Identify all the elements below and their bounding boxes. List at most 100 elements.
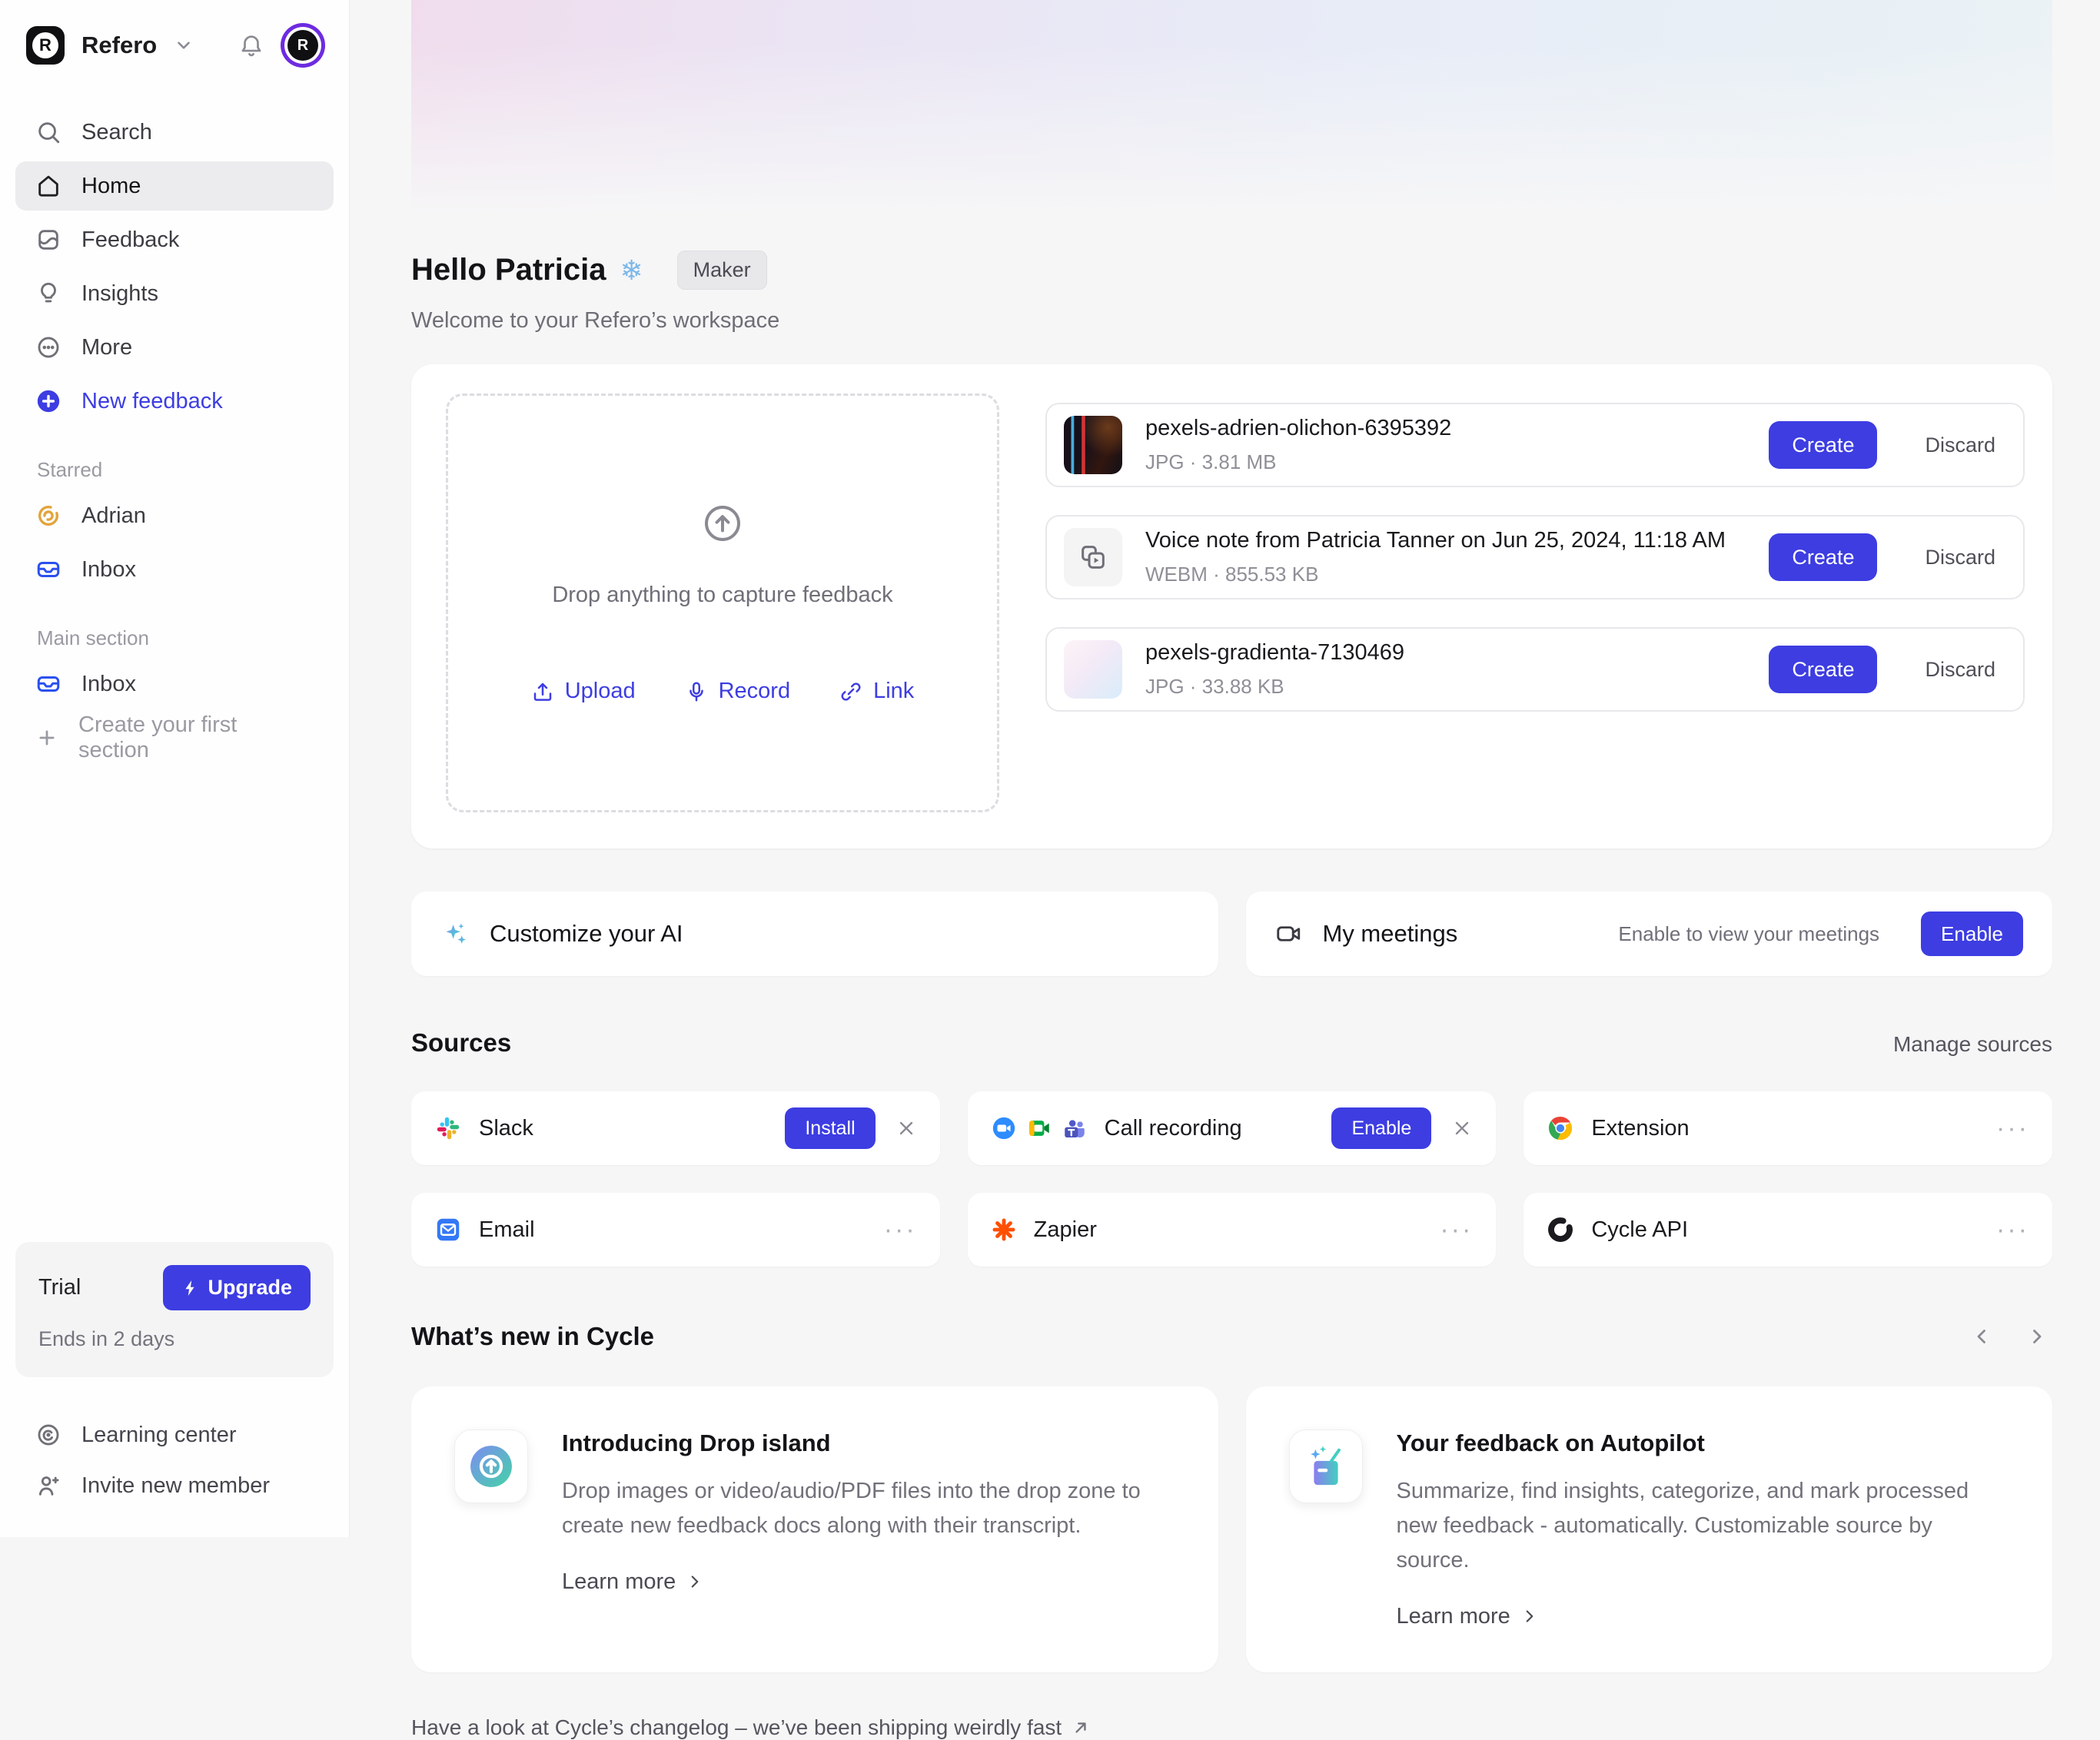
- sparkles-icon: [440, 919, 470, 948]
- workspace-name[interactable]: Refero: [81, 32, 157, 59]
- sidebar-item-label: Invite new member: [81, 1473, 270, 1499]
- sidebar-bottom: Trial Upgrade Ends in 2 days Learning ce: [0, 1242, 349, 1508]
- card-title: Your feedback on Autopilot: [1397, 1430, 2010, 1457]
- meetings-hint: Enable to view your meetings: [1618, 922, 1879, 946]
- source-name: Call recording: [1105, 1116, 1242, 1141]
- slack-icon: [434, 1114, 462, 1142]
- sidebar-item-label: Inbox: [81, 672, 136, 697]
- carousel-next-icon[interactable]: [2020, 1320, 2052, 1353]
- upload-icon: [531, 680, 554, 703]
- meeting-camera-icon: [1275, 920, 1303, 948]
- file-row: pexels-adrien-olichon-6395392 JPG · 3.81…: [1045, 403, 2025, 487]
- user-avatar[interactable]: R: [287, 30, 318, 61]
- card-title: Introducing Drop island: [562, 1430, 1175, 1457]
- workspace-logo[interactable]: R: [26, 26, 65, 65]
- sidebar-item-more[interactable]: More: [15, 323, 334, 372]
- card-body: Drop images or video/audio/PDF files int…: [562, 1474, 1175, 1543]
- source-card-email: Email ···: [411, 1193, 940, 1267]
- snowflake-emoji: ❄: [620, 254, 643, 287]
- upgrade-button[interactable]: Upgrade: [163, 1265, 311, 1310]
- feedback-icon: [35, 227, 61, 253]
- starred-list: Adrian Inbox: [0, 491, 349, 594]
- file-row: pexels-gradienta-7130469 JPG · 33.88 KB …: [1045, 627, 2025, 712]
- install-slack-button[interactable]: Install: [785, 1107, 875, 1149]
- source-name: Email: [479, 1217, 535, 1243]
- lightbulb-icon: [35, 281, 61, 307]
- close-icon[interactable]: [895, 1117, 917, 1139]
- autopilot-icon: [1289, 1430, 1363, 1503]
- sidebar-item-label: Inbox: [81, 557, 136, 583]
- sidebar-item-adrian[interactable]: Adrian: [15, 491, 334, 540]
- trial-title: Trial: [38, 1275, 81, 1300]
- learning-center-item[interactable]: Learning center: [15, 1413, 334, 1457]
- zoom-icon: [991, 1115, 1017, 1141]
- my-meetings-card: My meetings Enable to view your meetings…: [1246, 892, 2053, 976]
- sidebar-item-label: Feedback: [81, 227, 179, 253]
- main-section-title: Main section: [0, 594, 349, 659]
- learn-more-link[interactable]: Learn more: [1397, 1604, 1540, 1629]
- invite-member-item[interactable]: Invite new member: [15, 1463, 334, 1508]
- trial-card: Trial Upgrade Ends in 2 days: [15, 1242, 334, 1377]
- create-button[interactable]: Create: [1769, 646, 1877, 693]
- card-body: Summarize, find insights, categorize, an…: [1397, 1474, 2010, 1578]
- chevron-right-icon: [685, 1572, 705, 1592]
- sidebar-item-feedback[interactable]: Feedback: [15, 215, 334, 264]
- sidebar-item-label: Search: [81, 120, 152, 145]
- learning-center-icon: [35, 1422, 61, 1448]
- sidebar-item-new-feedback[interactable]: New feedback: [15, 377, 334, 426]
- manage-sources-link[interactable]: Manage sources: [1893, 1032, 2052, 1057]
- workspace-chevron-down-icon[interactable]: [169, 31, 198, 60]
- sidebar-item-home[interactable]: Home: [15, 161, 334, 211]
- create-button[interactable]: Create: [1769, 533, 1877, 581]
- header-gradient: [411, 0, 2052, 215]
- maker-badge: Maker: [677, 251, 767, 290]
- file-name: pexels-gradienta-7130469: [1145, 640, 1746, 666]
- sidebar-item-insights[interactable]: Insights: [15, 269, 334, 318]
- sidebar-item-label: Home: [81, 174, 141, 199]
- sidebar-item-search[interactable]: Search: [15, 108, 334, 157]
- file-meta: JPG · 3.81 MB: [1145, 450, 1746, 474]
- changelog-link[interactable]: Have a look at Cycle’s changelog – we’ve…: [411, 1715, 1062, 1740]
- enable-call-recording-button[interactable]: Enable: [1331, 1107, 1431, 1149]
- sidebar-item-label: Adrian: [81, 503, 146, 529]
- create-section-button[interactable]: Create your first section: [15, 713, 334, 762]
- sidebar-item-inbox-main[interactable]: Inbox: [15, 659, 334, 709]
- ms-teams-icon: [1062, 1115, 1088, 1141]
- sources-grid: Slack Install: [411, 1091, 2052, 1267]
- more-circle-icon: [35, 334, 61, 360]
- sidebar-item-label: Learning center: [81, 1423, 237, 1448]
- whats-new-title: What’s new in Cycle: [411, 1322, 654, 1351]
- source-name: Zapier: [1034, 1217, 1097, 1243]
- learn-more-link[interactable]: Learn more: [562, 1569, 705, 1595]
- source-name: Extension: [1591, 1116, 1689, 1141]
- plus-icon: [35, 726, 58, 749]
- close-icon[interactable]: [1451, 1117, 1473, 1139]
- sidebar-header: R Refero R: [0, 26, 349, 65]
- link-button[interactable]: Link: [839, 679, 914, 704]
- record-button[interactable]: Record: [685, 679, 791, 704]
- page-title: Hello Patricia: [411, 253, 606, 287]
- plus-circle-icon: [35, 388, 61, 414]
- sidebar-item-label: Create your first section: [78, 712, 314, 763]
- discard-button[interactable]: Discard: [1925, 658, 1995, 682]
- file-row: Voice note from Patricia Tanner on Jun 2…: [1045, 515, 2025, 599]
- sidebar: R Refero R Search Home: [0, 0, 350, 1537]
- voice-note-icon: [1064, 528, 1122, 586]
- customize-ai-card[interactable]: Customize your AI: [411, 892, 1218, 976]
- sidebar-item-inbox-starred[interactable]: Inbox: [15, 545, 334, 594]
- main-content: Hello Patricia ❄ Maker Welcome to your R…: [350, 0, 2100, 1537]
- discard-button[interactable]: Discard: [1925, 546, 1995, 569]
- notifications-bell-icon[interactable]: [234, 28, 269, 63]
- file-thumbnail: [1064, 640, 1122, 699]
- source-name: Cycle API: [1591, 1217, 1688, 1243]
- upload-button[interactable]: Upload: [531, 679, 636, 704]
- dropzone[interactable]: Drop anything to capture feedback Upload…: [446, 393, 999, 812]
- discard-button[interactable]: Discard: [1925, 433, 1995, 457]
- trial-ends-text: Ends in 2 days: [38, 1327, 311, 1351]
- chevron-right-icon: [1520, 1606, 1540, 1626]
- create-button[interactable]: Create: [1769, 421, 1877, 469]
- carousel-prev-icon[interactable]: [1966, 1320, 1999, 1353]
- enable-meetings-button[interactable]: Enable: [1921, 912, 2023, 956]
- adrian-swirl-icon: [35, 503, 61, 529]
- drop-island-icon: [454, 1430, 528, 1503]
